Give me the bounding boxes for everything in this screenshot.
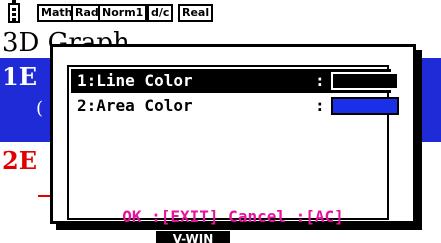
graph-function-row-2[interactable]: 2E: [2, 146, 37, 175]
status-tag-real: Real: [178, 4, 214, 22]
area-color-swatch: [331, 97, 399, 115]
menu-item-label: 1:Line Color: [77, 71, 193, 90]
menu-item-area-color[interactable]: 2:Area Color :: [71, 94, 399, 118]
status-bar: Math Rad Norm1 d/c Real: [0, 0, 441, 28]
row-1-sub: (: [36, 98, 44, 119]
line-style-dash: [38, 195, 50, 197]
status-tag-norm: Norm1: [98, 4, 148, 22]
status-tag-dc: d/c: [147, 4, 174, 22]
menu-item-label: 2:Area Color: [77, 96, 193, 115]
battery-icon: [8, 0, 20, 23]
dialog-footer-hint: OK :[EXIT] Cancel :[AC]: [122, 207, 344, 226]
menu-item-separator: :: [315, 96, 325, 115]
menu-item-line-color[interactable]: 1:Line Color :: [71, 69, 399, 93]
row-1-index: 1E: [2, 62, 37, 91]
function-key-vwin[interactable]: V-WIN: [156, 231, 230, 243]
color-settings-dialog: 1:Line Color : 2:Area Color : OK :[EXIT]…: [50, 44, 416, 226]
line-color-swatch: [331, 72, 399, 90]
menu-item-separator: :: [315, 71, 325, 90]
calculator-screen: Math Rad Norm1 d/c Real 3D Graph 1E ( 2E…: [0, 0, 441, 243]
